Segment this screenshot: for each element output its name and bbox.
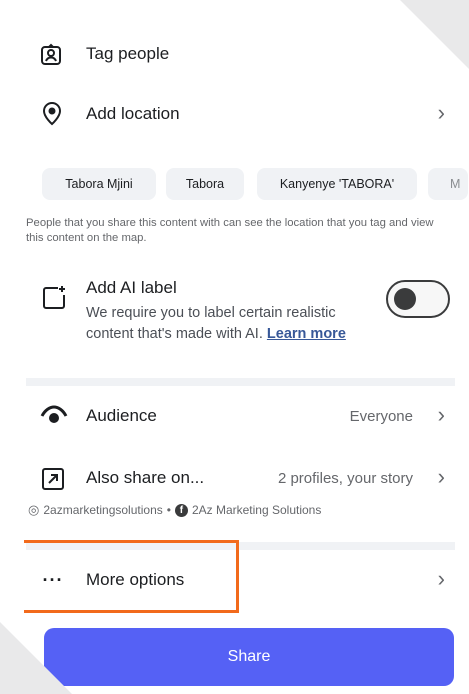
section-divider [26, 378, 455, 386]
location-chip[interactable]: Kanyenye 'TABORA' [257, 168, 417, 200]
location-chip[interactable]: Tabora Mjini [42, 168, 156, 200]
facebook-icon: f [174, 503, 188, 517]
post-settings-sheet: Tag people Add location › Tabora Mjini T… [0, 0, 469, 694]
instagram-icon: ◎ [28, 502, 40, 517]
chevron-right-icon: › [437, 402, 445, 427]
audience-row[interactable]: Audience Everyone › [0, 396, 469, 436]
location-hint: People that you share this content with … [26, 217, 434, 244]
ai-label-icon [40, 284, 68, 312]
add-location-label: Add location [86, 104, 180, 123]
chevron-right-icon: › [437, 100, 445, 125]
location-pin-icon [40, 102, 64, 126]
annotation-highlight-box [24, 540, 239, 613]
separator: • [166, 503, 171, 517]
tag-people-label: Tag people [86, 44, 170, 63]
eye-icon [40, 404, 68, 428]
chevron-right-icon: › [437, 464, 445, 489]
ai-label-title: Add AI label [86, 278, 177, 297]
audience-label: Audience [86, 406, 157, 425]
toggle-knob [394, 288, 416, 310]
ai-label-toggle[interactable] [386, 280, 450, 318]
audience-value: Everyone [349, 408, 413, 425]
chevron-right-icon: › [437, 566, 445, 591]
share-button[interactable]: Share [44, 628, 454, 686]
location-chip[interactable]: M [428, 168, 468, 200]
location-chip[interactable]: Tabora [166, 168, 244, 200]
ai-label-description: We require you to label certain realisti… [86, 303, 356, 345]
share-arrow-icon [40, 466, 66, 492]
add-location-row[interactable]: Add location › [0, 94, 469, 134]
instagram-account: 2azmarketingsolutions [43, 503, 163, 517]
also-share-row[interactable]: Also share on... 2 profiles, your story … [0, 458, 469, 498]
learn-more-link[interactable]: Learn more [267, 326, 346, 342]
facebook-page: 2Az Marketing Solutions [191, 503, 322, 517]
also-share-accounts: ◎ 2azmarketingsolutions • f 2Az Marketin… [28, 502, 321, 518]
also-share-value: 2 profiles, your story [277, 470, 413, 487]
tag-person-icon [38, 42, 64, 68]
also-share-label: Also share on... [86, 468, 205, 487]
tag-people-row[interactable]: Tag people [0, 34, 469, 74]
